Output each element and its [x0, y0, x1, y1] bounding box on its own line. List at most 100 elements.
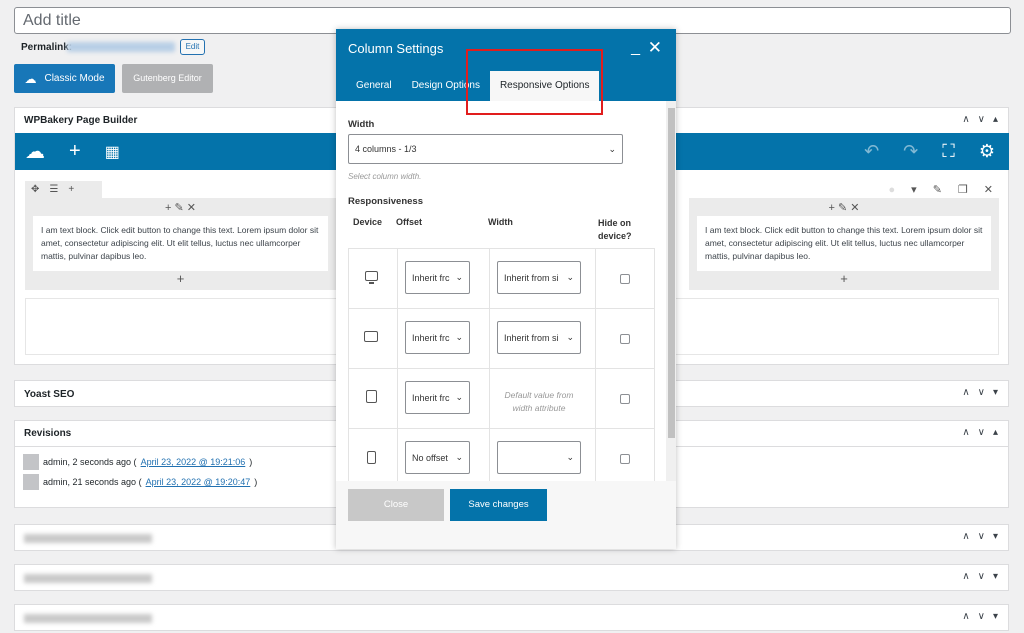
hide-on-device-checkbox[interactable]	[620, 454, 630, 464]
chevron-down-icon: ⌄	[566, 272, 574, 282]
responsive-row-mobile: No offset ⌄ ⌄	[349, 429, 654, 481]
chevron-down-icon[interactable]: ∨	[978, 571, 985, 582]
chevron-up-icon[interactable]: ∧	[962, 611, 969, 622]
save-changes-button[interactable]: Save changes	[450, 489, 547, 521]
permalink-label: Permalink:	[21, 42, 73, 53]
tab-general[interactable]: General	[346, 71, 402, 101]
revision-link[interactable]: April 23, 2022 @ 19:20:47	[146, 477, 251, 487]
responsive-row-desktop: Inherit frc ⌄ Inherit from si ⌄	[349, 249, 654, 309]
avatar	[23, 474, 39, 490]
classic-mode-button[interactable]: ☁ Classic Mode	[14, 64, 115, 93]
chevron-up-icon[interactable]: ∧	[962, 114, 969, 125]
revisions-title: Revisions	[24, 428, 72, 439]
blurred-panel: ∧ ∨ ▾	[14, 604, 1009, 631]
redo-icon[interactable]: ↷	[903, 141, 918, 162]
width-hint: Select column width.	[348, 172, 422, 181]
column-width-select[interactable]: 4 columns - 1/3 ⌄	[348, 134, 623, 164]
highlight-annotation-box	[466, 49, 603, 115]
column-right-element-controls[interactable]: + ✎ ✕	[689, 198, 999, 214]
edit-row-icon[interactable]: ✎	[933, 183, 942, 196]
move-icon[interactable]: ✥	[31, 184, 39, 195]
hide-on-device-checkbox[interactable]	[620, 394, 630, 404]
caret-down-icon[interactable]: ▾	[993, 571, 998, 582]
offset-select-value: No offset	[412, 452, 448, 463]
chevron-down-icon: ⌄	[455, 392, 463, 402]
chevron-up-icon[interactable]: ∧	[962, 571, 969, 582]
offset-select[interactable]: Inherit frc ⌄	[405, 321, 470, 354]
chevron-down-icon[interactable]: ∨	[978, 611, 985, 622]
column-width-value: 4 columns - 1/3	[355, 144, 417, 154]
header-device: Device	[353, 217, 383, 227]
offset-select[interactable]: Inherit frc ⌄	[405, 381, 470, 414]
caret-down-icon[interactable]: ▾	[993, 387, 998, 398]
settings-gear-icon[interactable]: ⚙	[979, 141, 995, 162]
hide-on-device-checkbox[interactable]	[620, 274, 630, 284]
permalink-edit-button[interactable]: Edit	[180, 39, 205, 55]
tablet-landscape-icon	[364, 331, 378, 342]
caret-up-icon[interactable]: ▴	[993, 114, 998, 125]
width-select[interactable]: ⌄	[497, 441, 581, 474]
chevron-up-icon[interactable]: ∧	[962, 387, 969, 398]
offset-select[interactable]: Inherit frc ⌄	[405, 261, 470, 294]
delete-row-icon[interactable]: ✕	[984, 183, 993, 196]
fullscreen-icon[interactable]: ⛶	[942, 141, 955, 162]
chevron-down-icon[interactable]: ∨	[978, 427, 985, 438]
width-label: Width	[348, 119, 375, 130]
permalink-url-blurred[interactable]	[67, 42, 175, 52]
blurred-panel-title	[24, 574, 152, 583]
row-right-controls: ● ▾ ✎ ❐ ✕	[873, 181, 999, 198]
chevron-down-icon[interactable]: ∨	[978, 387, 985, 398]
offset-select-value: Inherit frc	[412, 332, 450, 343]
row-controls: ✥ ☰ +	[25, 181, 102, 198]
chevron-down-icon[interactable]: ∨	[978, 114, 985, 125]
blurred-panel: ∧ ∨ ▾	[14, 564, 1009, 591]
column-element-controls[interactable]: + ✎ ✕	[25, 198, 336, 214]
add-element-plus-icon[interactable]: +	[25, 271, 336, 286]
minimize-icon[interactable]: _	[631, 39, 640, 57]
header-hide-on-device: Hide on device?	[598, 218, 632, 241]
undo-icon[interactable]: ↶	[864, 141, 879, 162]
offset-select[interactable]: No offset ⌄	[405, 441, 470, 474]
blurred-panel-title	[24, 534, 152, 543]
responsiveness-label: Responsiveness	[348, 196, 423, 207]
caret-down-icon[interactable]: ▾	[993, 531, 998, 542]
clone-row-icon[interactable]: ❐	[958, 183, 968, 196]
modal-footer: Close Save changes	[336, 481, 676, 549]
width-select[interactable]: Inherit from si ⌄	[497, 261, 581, 294]
modal-scrollbar[interactable]	[668, 108, 675, 438]
chevron-up-icon[interactable]: ∧	[962, 531, 969, 542]
chevron-down-icon: ⌄	[455, 452, 463, 462]
add-column-icon[interactable]: +	[68, 184, 74, 195]
revision-paren: )	[249, 457, 253, 467]
caret-up-icon[interactable]: ▴	[993, 427, 998, 438]
chevron-down-icon: ⌄	[455, 332, 463, 342]
wpbakery-logo-icon[interactable]: ☁	[25, 139, 45, 164]
column-left: + ✎ ✕ I am text block. Click edit button…	[25, 198, 336, 290]
revision-link[interactable]: April 23, 2022 @ 19:21:06	[141, 457, 246, 467]
caret-down-icon[interactable]: ▾	[993, 611, 998, 622]
responsive-table: Inherit frc ⌄ Inherit from si ⌄ Inherit fr…	[348, 248, 655, 481]
add-element-icon[interactable]: +	[69, 140, 81, 163]
close-button[interactable]: Close	[348, 489, 444, 521]
width-select[interactable]: Inherit from si ⌄	[497, 321, 581, 354]
classic-mode-label: Classic Mode	[44, 73, 105, 84]
chevron-up-icon[interactable]: ∧	[962, 427, 969, 438]
width-default-hint: Default value from width attribute	[504, 390, 574, 413]
mobile-icon	[367, 451, 376, 464]
column-right: + ✎ ✕ I am text block. Click edit button…	[689, 198, 999, 290]
layout-icon[interactable]: ▦	[105, 142, 120, 162]
chevron-down-icon: ⌄	[608, 143, 616, 154]
hide-on-device-checkbox[interactable]	[620, 334, 630, 344]
responsive-row-tablet-landscape: Inherit frc ⌄ Inherit from si ⌄	[349, 309, 654, 369]
text-block-right[interactable]: I am text block. Click edit button to ch…	[697, 216, 991, 271]
gutenberg-editor-button[interactable]: Gutenberg Editor	[122, 64, 213, 93]
dropdown-icon[interactable]: ▾	[911, 183, 917, 196]
row-layout-icon[interactable]: ☰	[49, 184, 58, 195]
avatar	[23, 454, 39, 470]
text-block-left[interactable]: I am text block. Click edit button to ch…	[33, 216, 328, 271]
close-icon[interactable]: ✕	[648, 38, 662, 58]
circle-icon: ●	[888, 183, 896, 196]
chevron-down-icon[interactable]: ∨	[978, 531, 985, 542]
tablet-portrait-icon	[366, 390, 377, 403]
add-element-right-plus-icon[interactable]: +	[689, 271, 999, 286]
